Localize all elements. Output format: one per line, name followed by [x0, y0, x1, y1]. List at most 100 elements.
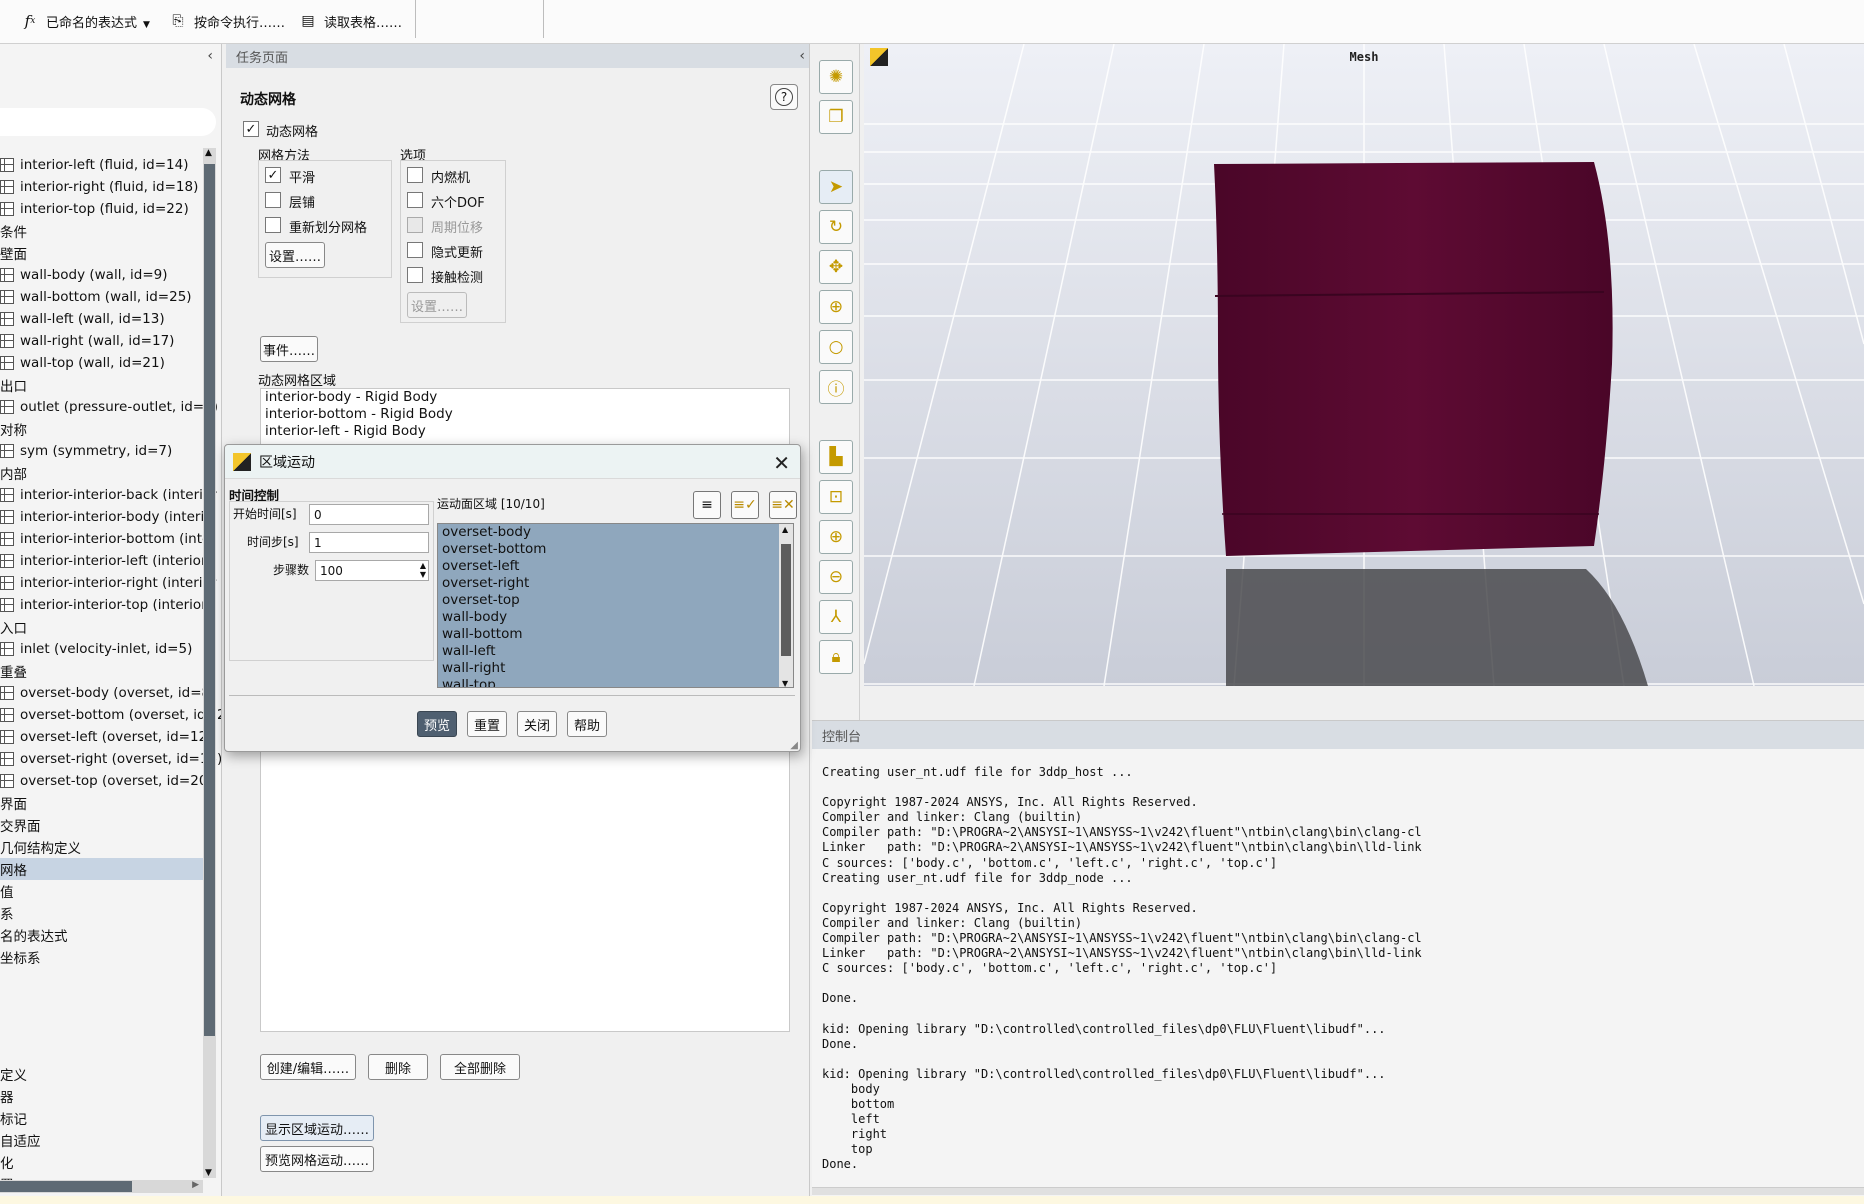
periodic-checkbox[interactable] [407, 217, 423, 233]
tree-item[interactable]: 出口 [0, 374, 27, 396]
collapse-task-icon[interactable]: ‹ [799, 48, 805, 64]
tree-item[interactable]: 内部 [0, 462, 27, 484]
scroll-right-icon[interactable]: ▶ [192, 1180, 199, 1190]
contact-detection-checkbox[interactable] [407, 267, 423, 283]
zones-scrollbar[interactable]: ▲ ▼ [779, 524, 793, 687]
console-panel[interactable]: 控制台 Creating user_nt.udf file for 3ddp_h… [812, 720, 1864, 1200]
tree-item[interactable]: interior-interior-back (interior [0, 484, 217, 506]
tree-item[interactable]: inlet (velocity-inlet, id=5) [0, 638, 192, 660]
graphics-viewport[interactable]: Mesh [864, 44, 1864, 686]
tree-item[interactable]: overset-left (overset, id=12) [0, 726, 212, 748]
deselect-all-button[interactable]: ≡✕ [769, 491, 797, 519]
tree-item[interactable]: 入口 [0, 616, 27, 638]
tree-item[interactable]: interior-interior-bottom (inte [0, 528, 210, 550]
tree-item[interactable]: interior-right (fluid, id=18) [0, 176, 198, 198]
list-item[interactable]: interior-left - Rigid Body [261, 423, 789, 440]
preview-button[interactable]: 预览 [417, 711, 457, 737]
tree-item[interactable]: 交界面 [0, 814, 41, 836]
list-item[interactable]: overset-body [438, 524, 793, 541]
moving-zones-list[interactable]: overset-body overset-bottom overset-left… [437, 523, 794, 688]
events-button[interactable]: 事件…… [260, 336, 318, 362]
time-step-field[interactable]: 1 [309, 532, 429, 553]
list-item[interactable]: wall-body [438, 609, 793, 626]
lock-view-button[interactable]: 🔒︎ [819, 640, 853, 674]
pan-button[interactable]: ✥ [819, 250, 853, 284]
tree-item[interactable]: interior-interior-body (interio [0, 506, 212, 528]
tree-item[interactable]: interior-interior-right (interior [0, 572, 216, 594]
tree-item[interactable]: 坐标系 [0, 946, 41, 968]
tree-item[interactable]: 重叠 [0, 660, 27, 682]
tree-item[interactable]: 标记 [0, 1107, 27, 1129]
select-all-button[interactable]: ≡ [693, 491, 721, 519]
start-time-field[interactable]: 0 [309, 504, 429, 525]
help-button[interactable]: 帮助 [567, 711, 607, 737]
spin-icon[interactable]: ▲ ▼ [420, 561, 426, 579]
zoom-in-button[interactable]: ⊕ [819, 520, 853, 554]
tree-item[interactable]: wall-right (wall, id=17) [0, 330, 174, 352]
select-button[interactable]: ➤ [819, 170, 853, 204]
mesh-settings-button[interactable]: 设置…… [265, 242, 325, 268]
tree-item[interactable]: overset-top (overset, id=20) [0, 770, 213, 792]
console-output[interactable]: Creating user_nt.udf file for 3ddp_host … [822, 765, 1422, 1173]
six-dof-checkbox[interactable] [407, 192, 423, 208]
tree-item[interactable]: overset-right (overset, id=16) [0, 748, 221, 770]
tree-item[interactable]: sym (symmetry, id=7) [0, 440, 172, 462]
scrollbar-thumb[interactable] [0, 1181, 132, 1192]
tree-item[interactable]: overset-bottom (overset, id=2 [0, 704, 221, 726]
options-settings-button[interactable]: 设置…… [407, 292, 467, 318]
tree-item[interactable]: interior-left (fluid, id=14) [0, 154, 189, 176]
probe-button[interactable]: ⓘ [819, 370, 853, 404]
tree-item[interactable]: interior-interior-left (interior, [0, 550, 211, 572]
console-scrollbar[interactable] [812, 1187, 1864, 1195]
zoom-out-button[interactable]: ⊖ [819, 560, 853, 594]
ic-engine-checkbox[interactable] [407, 167, 423, 183]
tree-item[interactable]: wall-top (wall, id=21) [0, 352, 165, 374]
scroll-down-icon[interactable]: ▼ [205, 1168, 212, 1178]
tree-horizontal-scrollbar[interactable]: ▶ [0, 1180, 203, 1193]
tree-item[interactable]: 网格 [0, 858, 203, 880]
tree-item[interactable]: interior-top (fluid, id=22) [0, 198, 189, 220]
scroll-down-icon[interactable]: ▼ [782, 679, 788, 687]
scroll-up-icon[interactable]: ▲ [782, 525, 788, 534]
display-zone-motion-button[interactable]: 显示区域运动…… [260, 1115, 374, 1141]
tree-item[interactable]: 自适应 [0, 1129, 41, 1151]
implicit-update-checkbox[interactable] [407, 242, 423, 258]
tree-item[interactable]: 壁面 [0, 242, 27, 264]
zoom-to-fit-button[interactable]: ⊡ [819, 480, 853, 514]
steps-stepper[interactable]: 100 ▲ ▼ [315, 560, 429, 581]
layout-button[interactable]: ❐ [819, 100, 853, 134]
smoothing-checkbox[interactable]: ✓ [265, 167, 281, 183]
tree-item[interactable]: 定义 [0, 1063, 27, 1085]
named-expressions-button[interactable]: fx 已命名的表达式 ▼ [20, 8, 150, 34]
mesh-display-button[interactable]: ✺ [819, 60, 853, 94]
tree-item[interactable]: 对称 [0, 418, 27, 440]
dialog-titlebar[interactable]: 区域运动 ✕ [225, 445, 800, 479]
help-button[interactable]: ? [770, 84, 798, 110]
close-icon[interactable]: ✕ [773, 451, 790, 475]
rotate-button[interactable]: ↻ [819, 210, 853, 244]
list-item[interactable]: overset-bottom [438, 541, 793, 558]
list-item[interactable]: overset-top [438, 592, 793, 609]
tree-item[interactable]: 器 [0, 1085, 14, 1107]
remeshing-checkbox[interactable] [265, 217, 281, 233]
select-checked-button[interactable]: ≡✓ [731, 491, 759, 519]
reset-button[interactable]: 重置 [467, 711, 507, 737]
tree-item[interactable]: wall-bottom (wall, id=25) [0, 286, 192, 308]
list-item[interactable]: overset-right [438, 575, 793, 592]
axes-button[interactable]: ⅄ [819, 600, 853, 634]
tree-item[interactable]: 值 [0, 880, 14, 902]
execute-command-button[interactable]: ⎘ 按命令执行…… [168, 8, 285, 34]
close-button[interactable]: 关闭 [517, 711, 557, 737]
tree-item[interactable]: wall-left (wall, id=13) [0, 308, 165, 330]
list-item[interactable]: wall-left [438, 643, 793, 660]
tree-item[interactable]: 几何结构定义 [0, 836, 81, 858]
tree-item[interactable]: interior-interior-top (interior, [0, 594, 211, 616]
resize-grip-icon[interactable]: ◢ [790, 740, 798, 751]
tree-vertical-scrollbar[interactable]: ▲ ▼ [203, 148, 216, 1178]
tree-item[interactable]: 名的表达式 [0, 924, 68, 946]
collapse-left-icon[interactable]: ‹ [207, 48, 213, 64]
tree-item[interactable]: 界面 [0, 792, 27, 814]
scroll-up-icon[interactable]: ▲ [205, 148, 212, 158]
zoom-box-button[interactable]: ○ [819, 330, 853, 364]
tree-item[interactable]: 系 [0, 902, 14, 924]
